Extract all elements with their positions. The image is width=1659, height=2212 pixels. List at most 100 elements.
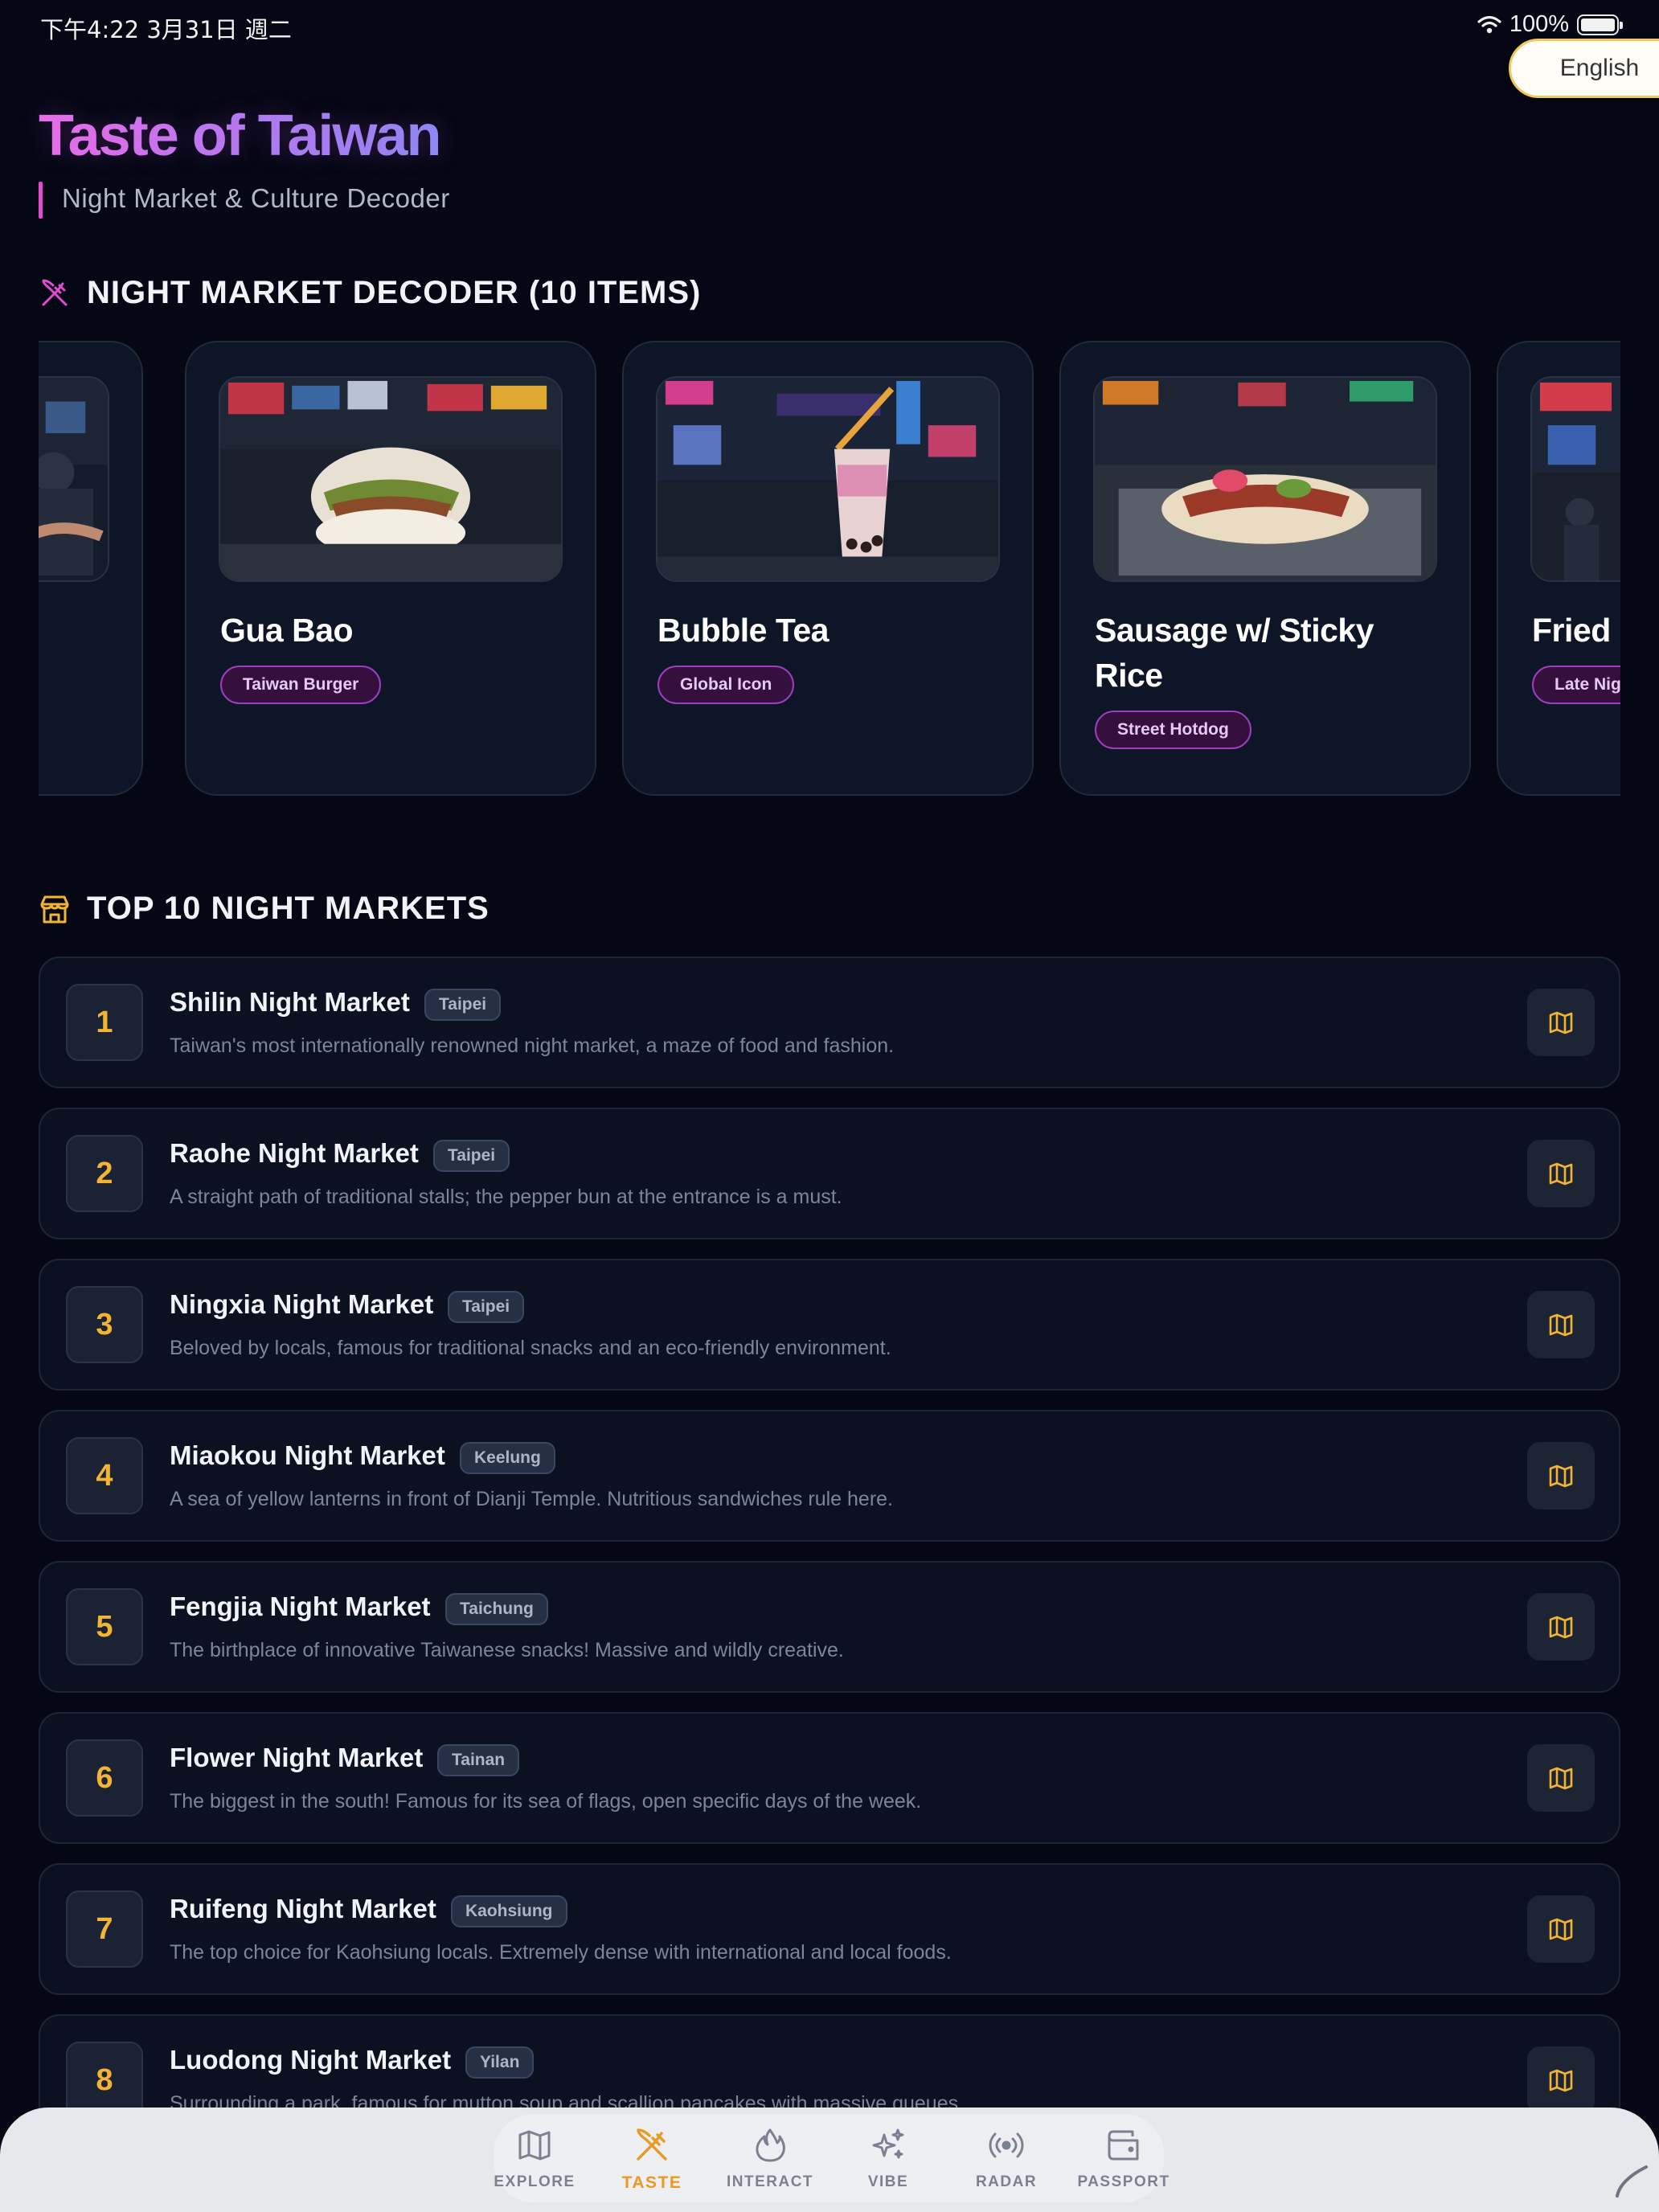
food-carousel[interactable]: Gua Bao Taiwan Burger Bubble Tea Global … (39, 341, 1620, 796)
subtitle-accent-bar (39, 182, 43, 219)
rank-number: 3 (66, 1286, 143, 1363)
home-indicator-icon (1616, 2165, 1648, 2198)
rank-number: 5 (66, 1588, 143, 1665)
food-photo-fried (1530, 376, 1620, 582)
city-badge: Yilan (465, 2046, 535, 2079)
tab-taste[interactable]: TASTE (596, 2127, 708, 2207)
city-badge: Taipei (424, 989, 502, 1021)
open-map-button[interactable] (1527, 1442, 1595, 1509)
market-description: A sea of yellow lanterns in front of Dia… (170, 1488, 893, 1510)
market-name: Fengjia Night Market (170, 1591, 431, 1621)
market-description: A straight path of traditional stalls; t… (170, 1186, 842, 1208)
rank-number: 1 (66, 984, 143, 1061)
app-root: 下午4:22 3月31日 週二 100% English Taste of Ta… (0, 0, 1659, 2212)
food-tag: Street Hotdog (1095, 711, 1251, 749)
map-icon (1549, 1011, 1573, 1034)
tab-explore[interactable]: EXPLORE (478, 2127, 591, 2207)
market-name: Raohe Night Market (170, 1138, 419, 1168)
page-subtitle: Night Market & Culture Decoder (62, 183, 450, 213)
open-map-button[interactable] (1527, 1291, 1595, 1358)
city-badge: Keelung (460, 1442, 555, 1474)
market-description: Taiwan's most internationally renowned n… (170, 1034, 895, 1057)
market-row[interactable]: 3 Ningxia Night Market Taipei Beloved by lo… (39, 1259, 1620, 1391)
tab-radar[interactable]: RADAR (950, 2127, 1063, 2207)
map-icon (1549, 1313, 1573, 1337)
tab-label: RADAR (975, 2173, 1038, 2190)
tab-label: TASTE (621, 2173, 682, 2192)
map-icon (1549, 2069, 1573, 2092)
tab-label: VIBE (867, 2173, 909, 2190)
food-card[interactable] (39, 341, 143, 796)
food-photo (39, 376, 109, 582)
radar-icon (989, 2132, 1024, 2158)
utensils-crossed-icon (42, 279, 68, 305)
market-row[interactable]: 4 Miaokou Night Market Keelung A sea of yel… (39, 1410, 1620, 1542)
city-badge: Kaohsiung (451, 1895, 567, 1927)
battery-percent: 100% (1509, 11, 1569, 37)
sparkles-icon (872, 2128, 904, 2159)
market-row[interactable]: 2 Raohe Night Market Taipei A straight path… (39, 1108, 1620, 1239)
food-tag: Late Nig (1532, 666, 1620, 704)
market-row[interactable]: 6 Flower Night Market Tainan The biggest in… (39, 1712, 1620, 1844)
battery-icon (1577, 14, 1623, 35)
map-icon (1549, 1918, 1573, 1941)
status-time: 下午4:22 3月31日 週二 (40, 16, 292, 43)
food-name: Fried C (1532, 612, 1620, 649)
food-card-fried[interactable]: Fried C Late Nig (1497, 341, 1620, 796)
market-name: Ningxia Night Market (170, 1289, 434, 1319)
map-icon (1549, 1616, 1573, 1639)
map-icon (1549, 1767, 1573, 1790)
map-icon (518, 2130, 551, 2161)
market-name: Ruifeng Night Market (170, 1894, 436, 1923)
food-name: Bubble Tea (657, 612, 829, 649)
food-tag: Global Icon (657, 666, 795, 704)
market-row[interactable]: 5 Fengjia Night Market Taichung The birthpl… (39, 1561, 1620, 1693)
market-row[interactable]: 1 Shilin Night Market Taipei Taiwan's most … (39, 956, 1620, 1088)
city-badge: Taipei (448, 1291, 525, 1323)
markets-section-heading: TOP 10 NIGHT MARKETS (39, 891, 490, 927)
open-map-button[interactable] (1527, 1593, 1595, 1661)
food-card-sausage-sticky-rice[interactable]: Sausage w/ Sticky Rice Street Hotdog (1059, 341, 1471, 796)
open-map-button[interactable] (1527, 2046, 1595, 2114)
market-description: The top choice for Kaohsiung locals. Ext… (170, 1941, 952, 1964)
food-card-gua-bao[interactable]: Gua Bao Taiwan Burger (185, 341, 596, 796)
food-name: Gua Bao (220, 612, 354, 649)
market-name: Shilin Night Market (170, 987, 410, 1017)
open-map-button[interactable] (1527, 1744, 1595, 1812)
wifi-icon (1477, 15, 1501, 33)
status-bar: 下午4:22 3月31日 週二 100% (0, 0, 1659, 51)
market-description: The birthplace of innovative Taiwanese s… (170, 1639, 844, 1661)
city-badge: Tainan (437, 1744, 520, 1776)
rank-number: 4 (66, 1437, 143, 1514)
open-map-button[interactable] (1527, 1895, 1595, 1963)
city-badge: Taipei (433, 1140, 510, 1172)
language-toggle-button[interactable]: English (1509, 39, 1659, 98)
map-icon (1549, 1464, 1573, 1488)
market-name: Miaokou Night Market (170, 1440, 445, 1470)
food-photo-sausage (1093, 376, 1437, 582)
tab-passport[interactable]: PASSPORT (1067, 2127, 1180, 2207)
food-tag: Taiwan Burger (220, 666, 382, 704)
tab-bar-pill (494, 2114, 1164, 2202)
food-name: Sausage w/ Sticky Rice (1095, 612, 1374, 694)
tab-label: EXPLORE (494, 2173, 576, 2190)
markets-heading-label: TOP 10 NIGHT MARKETS (87, 891, 490, 926)
flame-icon (756, 2128, 785, 2162)
city-badge: Taichung (445, 1593, 548, 1625)
open-map-button[interactable] (1527, 989, 1595, 1056)
tab-vibe[interactable]: VIBE (832, 2127, 944, 2207)
food-card-bubble-tea[interactable]: Bubble Tea Global Icon (622, 341, 1034, 796)
bottom-tab-bar: EXPLORE TASTE INTERACT VIBE RADAR PASSPO… (0, 2108, 1659, 2212)
wallet-icon (1108, 2130, 1139, 2161)
market-description: The biggest in the south! Famous for its… (170, 1790, 922, 1813)
rank-number: 7 (66, 1890, 143, 1968)
rank-number: 6 (66, 1739, 143, 1817)
rank-number: 2 (66, 1135, 143, 1212)
food-photo-gua-bao (219, 376, 563, 582)
decoder-heading-label: NIGHT MARKET DECODER (10 ITEMS) (87, 275, 702, 310)
tab-interact[interactable]: INTERACT (714, 2127, 826, 2207)
market-row[interactable]: 7 Ruifeng Night Market Kaohsiung The top ch… (39, 1863, 1620, 1995)
page-title: Taste of Taiwan (39, 104, 441, 168)
open-map-button[interactable] (1527, 1140, 1595, 1207)
food-photo-bubble-tea (656, 376, 1000, 582)
